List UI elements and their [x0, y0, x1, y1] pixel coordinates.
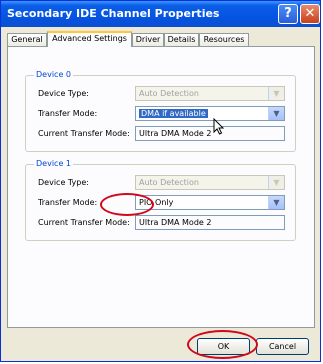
device0-type-select[interactable]: Auto Detection ▼ [135, 86, 285, 101]
cancel-button[interactable]: Cancel [256, 338, 309, 355]
device0-current-field: Ultra DMA Mode 2 [135, 126, 285, 141]
chevron-down-icon[interactable]: ▼ [268, 176, 284, 189]
device1-type-select[interactable]: Auto Detection ▼ [135, 175, 285, 190]
help-icon[interactable]: ? [278, 4, 298, 24]
device0-type-label: Device Type: [38, 89, 89, 98]
chevron-down-icon[interactable]: ▼ [268, 87, 284, 100]
device0-transfer-value: DMA if available [139, 109, 208, 118]
tab-general[interactable]: General [7, 33, 47, 46]
tab-driver[interactable]: Driver [132, 33, 164, 46]
device0-transfer-label: Transfer Mode: [38, 109, 98, 118]
device1-current-value: Ultra DMA Mode 2 [139, 218, 212, 227]
device1-type-label: Device Type: [38, 178, 89, 187]
device1-type-value: Auto Detection [139, 178, 199, 187]
tab-details[interactable]: Details [164, 33, 199, 46]
tab-advanced-settings[interactable]: Advanced Settings [47, 31, 132, 47]
device1-transfer-label: Transfer Mode: [38, 198, 98, 207]
device0-current-label: Current Transfer Mode: [38, 129, 130, 138]
device0-type-value: Auto Detection [139, 89, 199, 98]
device1-current-field: Ultra DMA Mode 2 [135, 215, 285, 230]
ok-button[interactable]: OK [197, 338, 250, 355]
device1-transfer-select[interactable]: PIO Only ▼ [135, 195, 285, 210]
device1-transfer-value: PIO Only [139, 198, 174, 207]
properties-dialog: Secondary IDE Channel Properties ? ✕ Gen… [0, 0, 321, 362]
device1-current-label: Current Transfer Mode: [38, 218, 130, 227]
tab-resources[interactable]: Resources [199, 33, 249, 46]
device0-transfer-select[interactable]: DMA if available ▼ [135, 106, 285, 121]
title-bar[interactable]: Secondary IDE Channel Properties ? ✕ [1, 1, 320, 27]
window-title: Secondary IDE Channel Properties [7, 7, 220, 20]
device0-group-label: Device 0 [34, 70, 73, 79]
device0-current-value: Ultra DMA Mode 2 [139, 129, 212, 138]
advanced-settings-panel: Device 0 Device Type: Auto Detection ▼ T… [7, 46, 315, 328]
mouse-cursor-icon [213, 118, 225, 135]
chevron-down-icon[interactable]: ▼ [268, 196, 284, 209]
close-icon[interactable]: ✕ [300, 4, 320, 24]
device1-group: Device 1 Device Type: Auto Detection ▼ T… [25, 159, 296, 241]
chevron-down-icon[interactable]: ▼ [268, 107, 284, 120]
device0-group: Device 0 Device Type: Auto Detection ▼ T… [25, 70, 296, 152]
device1-group-label: Device 1 [34, 159, 73, 168]
